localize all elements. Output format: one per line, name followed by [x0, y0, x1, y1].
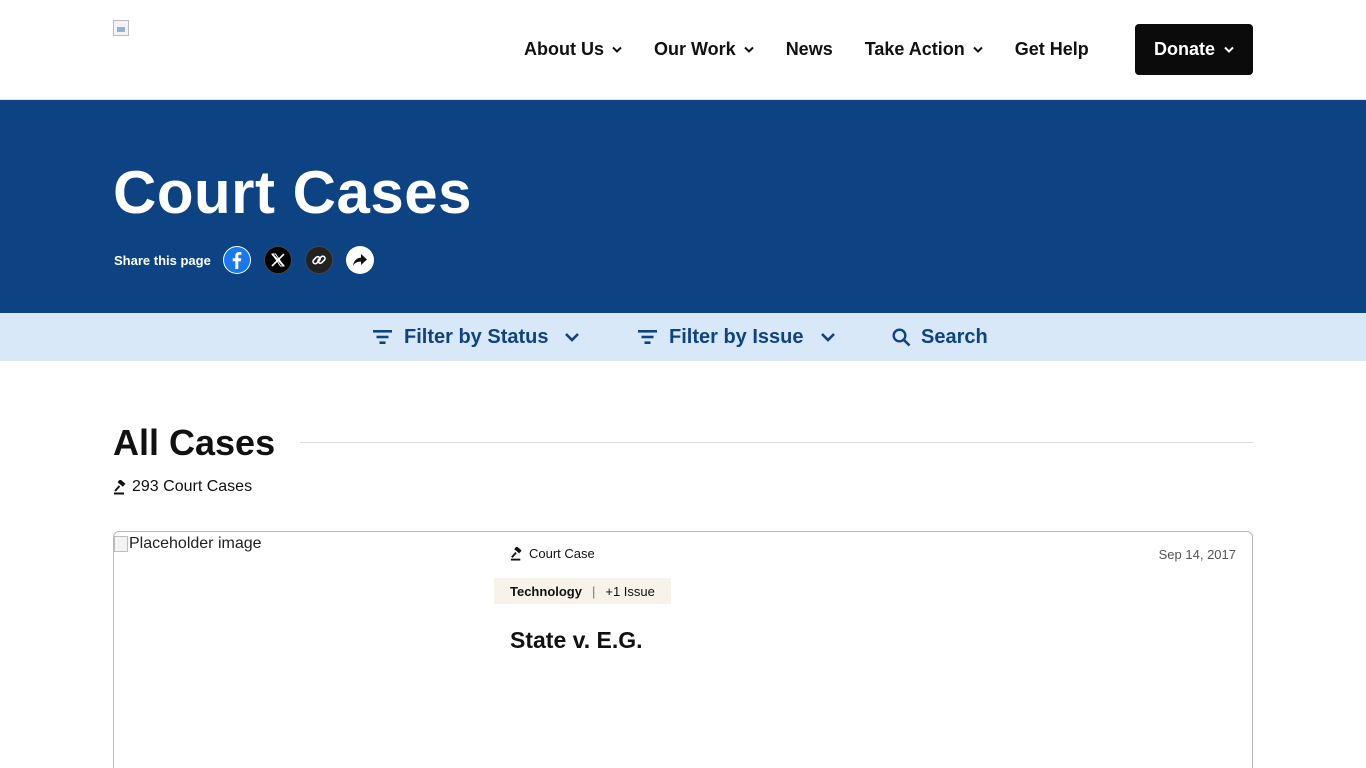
page-title: Court Cases — [113, 159, 472, 226]
case-card[interactable]: Placeholder image Court Case Sep 14, 201… — [113, 531, 1253, 768]
gavel-icon — [113, 479, 128, 495]
filter-by-status-label: Filter by Status — [404, 325, 549, 348]
case-card-title[interactable]: State v. E.G. — [510, 627, 643, 654]
case-card-type: Court Case — [510, 546, 595, 561]
filter-icon — [373, 329, 392, 345]
tag-separator: | — [591, 583, 596, 599]
x-icon — [271, 253, 285, 267]
nav-about-us-label: About Us — [524, 39, 604, 59]
filter-bar: Filter by Status Filter by Issue Search — [0, 313, 1366, 361]
case-card-tags: Technology | +1 Issue — [494, 578, 671, 604]
nav-our-work[interactable]: Our Work — [638, 24, 770, 75]
case-card-type-label: Court Case — [529, 546, 595, 561]
share-facebook-button[interactable] — [222, 246, 251, 274]
tag-primary[interactable]: Technology — [510, 584, 582, 599]
section-title: All Cases — [113, 422, 276, 463]
search-icon — [892, 327, 911, 347]
page-hero: Court Cases Share this page — [0, 100, 1366, 313]
nav-get-help-label: Get Help — [1014, 39, 1089, 59]
share-bar: Share this page — [114, 246, 387, 274]
search-label: Search — [921, 325, 988, 348]
chevron-down-icon — [820, 332, 836, 342]
chevron-down-icon — [973, 46, 983, 53]
case-count: 293 Court Cases — [113, 478, 252, 496]
filter-icon — [638, 329, 657, 345]
chevron-down-icon — [612, 46, 622, 53]
site-logo[interactable] — [113, 20, 129, 36]
broken-image-icon — [114, 536, 128, 552]
copy-link-button[interactable] — [304, 246, 333, 274]
tag-more[interactable]: +1 Issue — [605, 584, 655, 599]
nav-news[interactable]: News — [770, 24, 849, 75]
case-count-text: 293 Court Cases — [132, 478, 253, 495]
donate-label: Donate — [1153, 39, 1215, 59]
nav-take-action-label: Take Action — [864, 39, 965, 59]
filter-by-status-button[interactable]: Filter by Status — [373, 313, 580, 361]
nav-take-action[interactable]: Take Action — [849, 24, 999, 75]
facebook-icon — [223, 246, 251, 274]
section-divider — [300, 442, 1253, 443]
share-label: Share this page — [114, 252, 211, 268]
share-more-button[interactable] — [345, 246, 374, 274]
image-alt-text: Placeholder image — [129, 535, 262, 552]
nav-news-label: News — [785, 39, 833, 59]
link-icon — [311, 252, 327, 268]
search-button[interactable]: Search — [892, 313, 988, 361]
gavel-icon — [510, 546, 524, 561]
share-forward-icon — [352, 253, 368, 267]
main-nav: About Us Our Work News Take Action Get H… — [508, 24, 1105, 75]
site-header: About Us Our Work News Take Action Get H… — [0, 0, 1366, 100]
nav-get-help[interactable]: Get Help — [999, 24, 1105, 75]
broken-image: Placeholder image — [114, 535, 262, 553]
share-x-button[interactable] — [263, 246, 292, 274]
chevron-down-icon — [564, 332, 580, 342]
nav-about-us[interactable]: About Us — [508, 24, 638, 75]
chevron-down-icon — [1224, 46, 1234, 53]
case-card-image: Placeholder image — [114, 532, 494, 768]
donate-button[interactable]: Donate — [1135, 24, 1253, 75]
case-card-date: Sep 14, 2017 — [1158, 547, 1236, 562]
chevron-down-icon — [743, 46, 754, 53]
filter-by-issue-label: Filter by Issue — [669, 325, 804, 348]
nav-our-work-label: Our Work — [654, 39, 736, 59]
filter-by-issue-button[interactable]: Filter by Issue — [638, 313, 836, 361]
